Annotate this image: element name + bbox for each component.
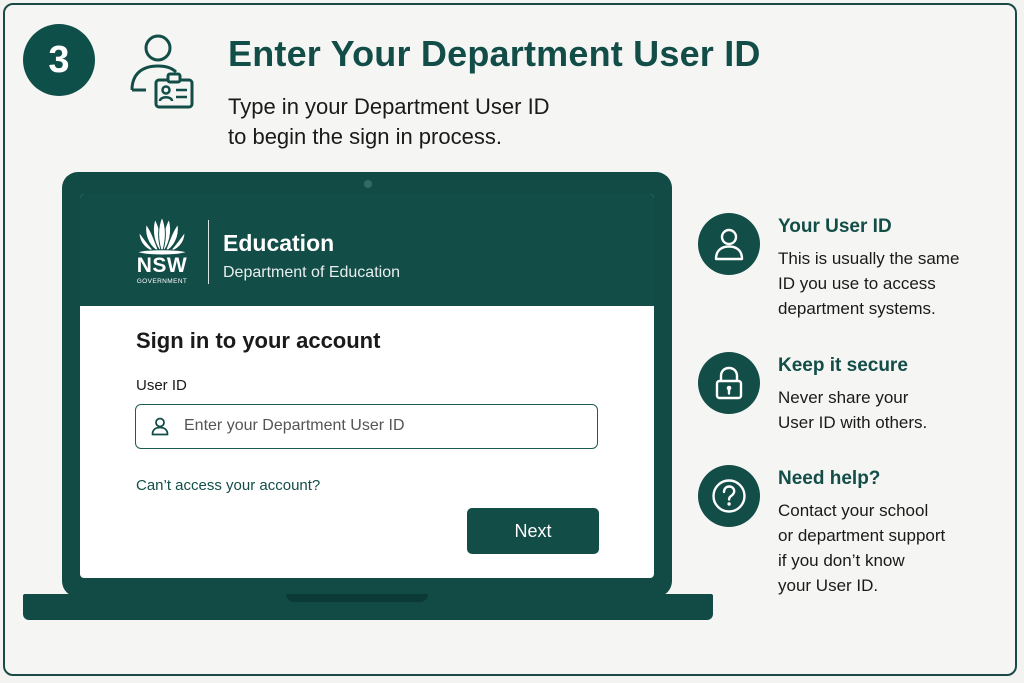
next-button[interactable]: Next bbox=[467, 508, 599, 554]
nsw-wordmark: NSW bbox=[136, 254, 188, 277]
user-id-input[interactable] bbox=[184, 415, 584, 437]
lock-icon bbox=[715, 366, 743, 400]
laptop-camera bbox=[364, 180, 372, 188]
sign-in-window: NSW GOVERNMENT Education Department of E… bbox=[80, 194, 654, 578]
waratah-logo-icon bbox=[135, 216, 189, 256]
app-name: Education bbox=[223, 230, 335, 256]
tip-line: This is usually the same bbox=[778, 249, 960, 268]
tip-title: Keep it secure bbox=[778, 355, 908, 376]
user-icon bbox=[151, 417, 169, 436]
subtitle-line-2: to begin the sign in process. bbox=[228, 124, 502, 149]
tip-line: department systems. bbox=[778, 299, 936, 318]
tip-body: This is usually the same ID you use to a… bbox=[778, 246, 1003, 321]
step-number-badge: 3 bbox=[23, 24, 95, 96]
user-id-label: User ID bbox=[136, 377, 187, 394]
tip-icon-circle bbox=[698, 213, 760, 275]
tip-icon-circle bbox=[698, 465, 760, 527]
tip-line: or department support bbox=[778, 526, 946, 545]
subtitle-line-1: Type in your Department User ID bbox=[228, 94, 550, 119]
tip-line: Never share your bbox=[778, 388, 909, 407]
question-icon bbox=[712, 479, 746, 513]
tip-body: Never share your User ID with others. bbox=[778, 385, 1003, 435]
tip-body: Contact your school or department suppor… bbox=[778, 498, 1003, 598]
government-wordmark: GOVERNMENT bbox=[136, 278, 188, 285]
user-id-field[interactable] bbox=[135, 404, 598, 449]
tip-line: User ID with others. bbox=[778, 413, 928, 432]
app-header: NSW GOVERNMENT Education Department of E… bbox=[80, 194, 654, 306]
app-department: Department of Education bbox=[223, 264, 400, 281]
tip-title: Your User ID bbox=[778, 216, 892, 237]
header-divider bbox=[208, 220, 209, 284]
cant-access-account-link[interactable]: Can’t access your account? bbox=[136, 477, 320, 494]
id-badge-icon bbox=[130, 34, 194, 109]
page-subtitle: Type in your Department User ID to begin… bbox=[228, 92, 648, 152]
sign-in-heading: Sign in to your account bbox=[136, 328, 381, 353]
tip-line: ID you use to access bbox=[778, 274, 936, 293]
tip-line: your User ID. bbox=[778, 576, 879, 595]
laptop-notch bbox=[286, 594, 428, 602]
tip-title: Need help? bbox=[778, 468, 881, 489]
tip-line: Contact your school bbox=[778, 501, 929, 520]
user-icon bbox=[714, 228, 744, 261]
page-title: Enter Your Department User ID bbox=[228, 33, 761, 74]
tip-line: if you don’t know bbox=[778, 551, 905, 570]
tip-icon-circle bbox=[698, 352, 760, 414]
